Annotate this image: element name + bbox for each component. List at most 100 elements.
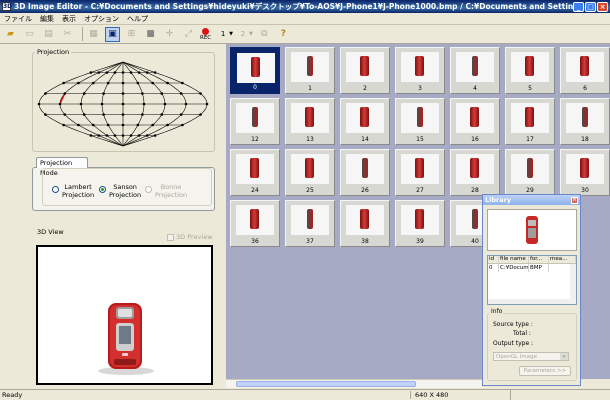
thumbnail-item[interactable]: 17	[505, 98, 555, 145]
column-header[interactable]: for...	[529, 256, 549, 263]
graticule-point	[82, 113, 86, 116]
phone-thumbnail-icon	[470, 107, 479, 127]
phone-thumbnail-icon	[580, 56, 589, 76]
column-header[interactable]: file name	[499, 256, 529, 263]
thumbnail-item[interactable]: 38	[340, 200, 390, 247]
thumbnail-item[interactable]: 4	[450, 47, 500, 94]
graticule-point	[151, 81, 154, 85]
minimize-button[interactable]: _	[573, 1, 584, 12]
radio-circle[interactable]	[52, 186, 59, 193]
graticule-point	[181, 81, 184, 85]
graticule-point	[184, 102, 188, 106]
column-header[interactable]: mea...	[549, 256, 576, 263]
thumbnail-item[interactable]: 18	[560, 98, 610, 145]
thumbnail-item[interactable]: 5	[505, 47, 555, 94]
thumbnail-image	[291, 103, 329, 133]
graticule-point	[121, 92, 125, 95]
thumbnail-item[interactable]: 36	[230, 200, 280, 247]
parameters-button: Parameters >>	[519, 366, 571, 376]
close-icon[interactable]: ×	[571, 196, 578, 204]
vertical-scrollbar[interactable]	[570, 264, 576, 304]
tab-projection-mode[interactable]: Projection Mode	[36, 157, 88, 177]
graticule-point	[136, 123, 140, 127]
menu-help[interactable]: ヘルプ	[123, 14, 152, 24]
column-header[interactable]: id	[488, 256, 499, 263]
thumbnail-item[interactable]: 37	[285, 200, 335, 247]
thumbnail-item[interactable]: 29	[505, 149, 555, 196]
radio-circle[interactable]	[99, 186, 106, 193]
thumbnail-item[interactable]: 30	[560, 149, 610, 196]
table-row[interactable]: 0 C:¥Docum... BMP	[488, 264, 576, 272]
phone-thumbnail-icon	[251, 57, 260, 77]
thumbnail-item[interactable]: 27	[395, 149, 445, 196]
horizontal-scrollbar[interactable]	[226, 379, 482, 388]
radio-sanson[interactable]: Sanson Projection	[99, 183, 141, 199]
thumbnail-number: 12	[251, 136, 259, 143]
close-button[interactable]: ×	[597, 1, 608, 12]
grid-view-icon: ▦	[89, 29, 98, 39]
thumbnail-item[interactable]: 14	[340, 98, 390, 145]
3d-preview-canvas[interactable]	[36, 245, 213, 385]
thumbnail-number: 39	[416, 238, 424, 245]
graticule-point	[205, 102, 209, 106]
thumbnail-number: 2	[363, 85, 367, 92]
frame-value: 1	[220, 30, 226, 38]
title-bar[interactable]: 3D 3D Image Editor - C:¥Documents and Se…	[0, 0, 610, 13]
graticule-point	[82, 92, 86, 95]
library-title-bar[interactable]: Library ×	[483, 195, 580, 205]
library-table[interactable]: id file name for... mea... 0 C:¥Docum...…	[487, 255, 577, 305]
thumbnail-item[interactable]: 13	[285, 98, 335, 145]
menu-edit[interactable]: 編集	[36, 14, 58, 24]
thumbnail-item[interactable]: 16	[450, 98, 500, 145]
thumbnail-image	[237, 53, 275, 83]
graticule-point	[105, 134, 109, 137]
thumbnail-image	[236, 154, 274, 184]
graticule-point	[199, 113, 202, 116]
record-button[interactable]: REC	[200, 27, 211, 41]
thumbnail-item[interactable]: 28	[450, 149, 500, 196]
phone-thumbnail-icon	[305, 107, 314, 127]
chevron-down-icon[interactable]: ▼	[229, 31, 233, 37]
frame-spinner[interactable]: 1 ▼	[217, 30, 233, 38]
thumbnail-item[interactable]: 15	[395, 98, 445, 145]
thumbnail-item[interactable]: 26	[340, 149, 390, 196]
library-window[interactable]: Library × id file name for... mea... 0 C…	[482, 194, 581, 386]
thumbnail-item[interactable]: 0	[230, 47, 280, 94]
graticule-point	[106, 81, 110, 85]
graticule-point	[102, 113, 105, 116]
thumbnail-item[interactable]: 6	[560, 47, 610, 94]
thumbnail-item[interactable]: 2	[340, 47, 390, 94]
phone-thumbnail-icon	[417, 107, 423, 127]
toolbar: ▰ ▭ ▤ ✂ ▦ ▣ ⊞ ■ ✛ ⤢ REC 1 ▼ 2 ▼ ⧉ ?	[0, 25, 610, 44]
status-grip	[510, 390, 610, 400]
phone-thumbnail-icon	[250, 209, 259, 229]
radio-label: Sanson Projection	[109, 183, 142, 199]
horizontal-scrollbar[interactable]	[488, 299, 572, 304]
help-icon[interactable]: ?	[276, 27, 291, 42]
open-folder-icon[interactable]: ▰	[3, 27, 18, 42]
image-view-icon[interactable]: ▣	[105, 26, 120, 42]
graticule-point	[181, 123, 184, 127]
thumbnail-number: 27	[416, 187, 424, 194]
thumbnail-item[interactable]: 39	[395, 200, 445, 247]
toolbar-separator	[82, 27, 83, 41]
thumbnail-item[interactable]: 3	[395, 47, 445, 94]
frame-spinner-2: 2 ▼	[237, 30, 253, 38]
projection-map[interactable]	[36, 60, 211, 148]
menu-options[interactable]: オプション	[80, 14, 123, 24]
graticule-point	[89, 134, 93, 137]
thumbnail-item[interactable]: 24	[230, 149, 280, 196]
scrollbar-thumb[interactable]	[236, 381, 416, 387]
thumbnail-number: 25	[306, 187, 314, 194]
graticule-point	[62, 123, 65, 127]
thumbnail-image	[236, 205, 274, 235]
menu-file[interactable]: ファイル	[0, 14, 36, 24]
graticule-point	[44, 113, 47, 116]
radio-lambert[interactable]: Lambert Projection	[52, 183, 94, 199]
menu-view[interactable]: 表示	[58, 14, 80, 24]
maximize-button[interactable]: □	[585, 1, 596, 12]
thumbnail-item[interactable]: 12	[230, 98, 280, 145]
thumbnail-item[interactable]: 25	[285, 149, 335, 196]
square-icon[interactable]: ■	[143, 27, 158, 42]
thumbnail-item[interactable]: 1	[285, 47, 335, 94]
